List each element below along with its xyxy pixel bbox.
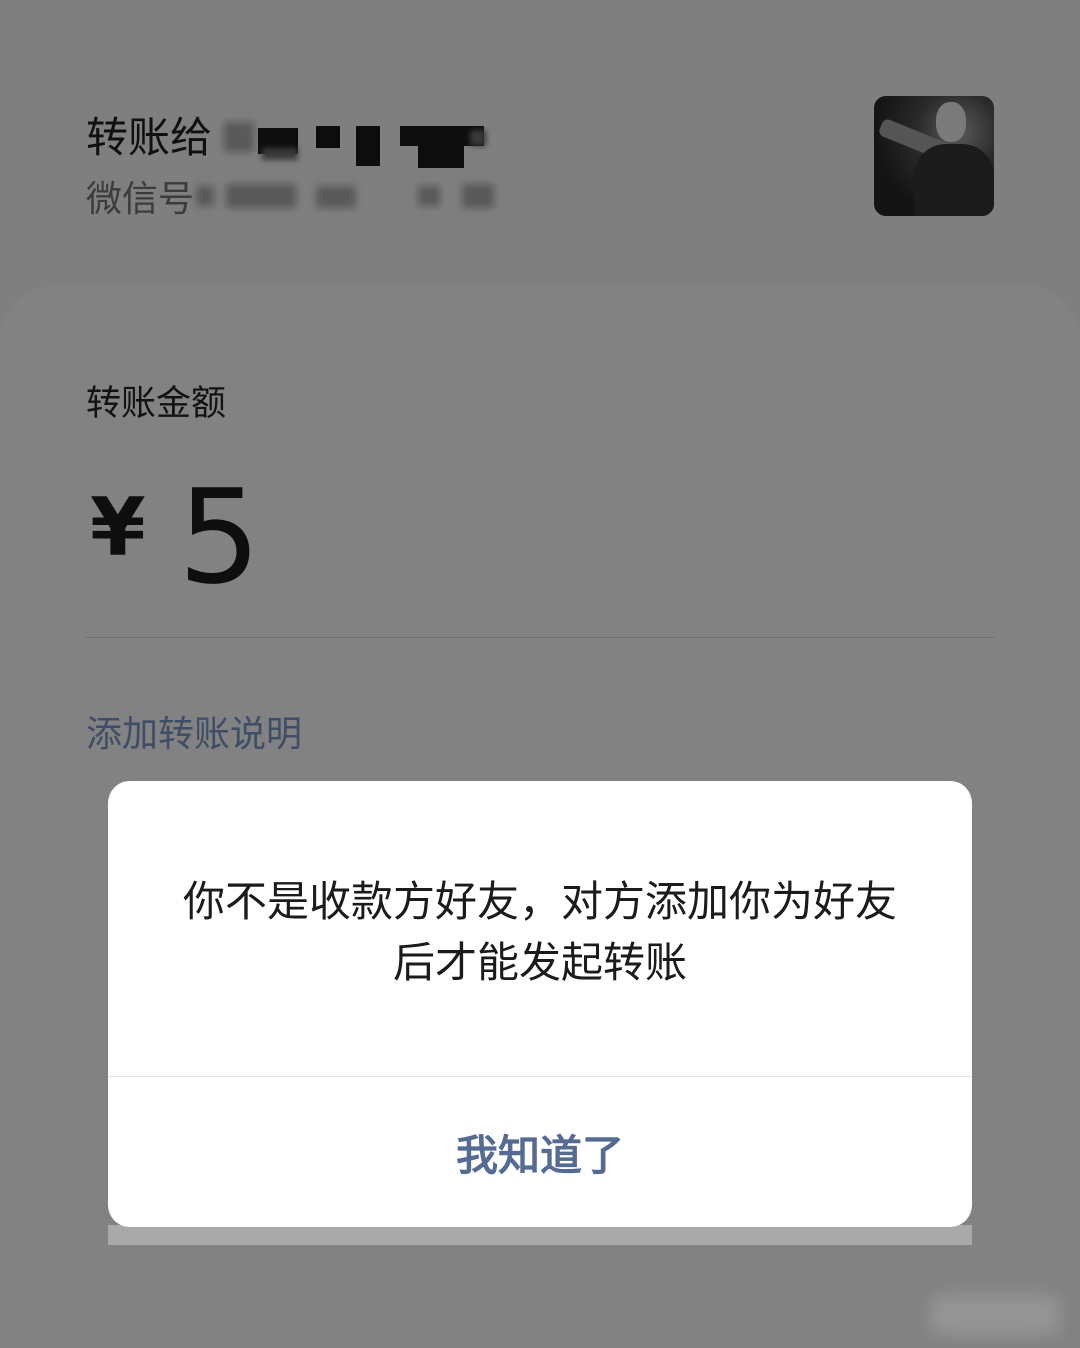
watermark xyxy=(930,1295,1060,1335)
recipient-title-label: 转账给 xyxy=(86,113,213,162)
recipient-title: 转账给 xyxy=(86,104,212,165)
amount-label: 转账金额 xyxy=(86,384,227,424)
amount-divider xyxy=(86,637,994,638)
transfer-header: 转账给 微信号 xyxy=(0,0,1080,285)
got-it-button[interactable]: 我知道了 xyxy=(108,1077,972,1227)
recipient-wechat-id: 微信号 xyxy=(86,170,194,222)
recipient-avatar[interactable] xyxy=(874,96,994,216)
background-sheet-edge xyxy=(108,1225,972,1245)
recipient-id-label: 微信号 xyxy=(86,179,195,220)
amount-input[interactable]: 5 xyxy=(178,461,261,613)
add-transfer-note-link[interactable]: 添加转账说明 xyxy=(86,705,302,757)
dialog-message: 你不是收款方好友，对方添加你为好友后才能发起转账 xyxy=(182,877,897,987)
currency-symbol: ¥ xyxy=(90,481,146,574)
not-friend-alert-dialog: 你不是收款方好友，对方添加你为好友后才能发起转账 我知道了 xyxy=(108,781,972,1227)
